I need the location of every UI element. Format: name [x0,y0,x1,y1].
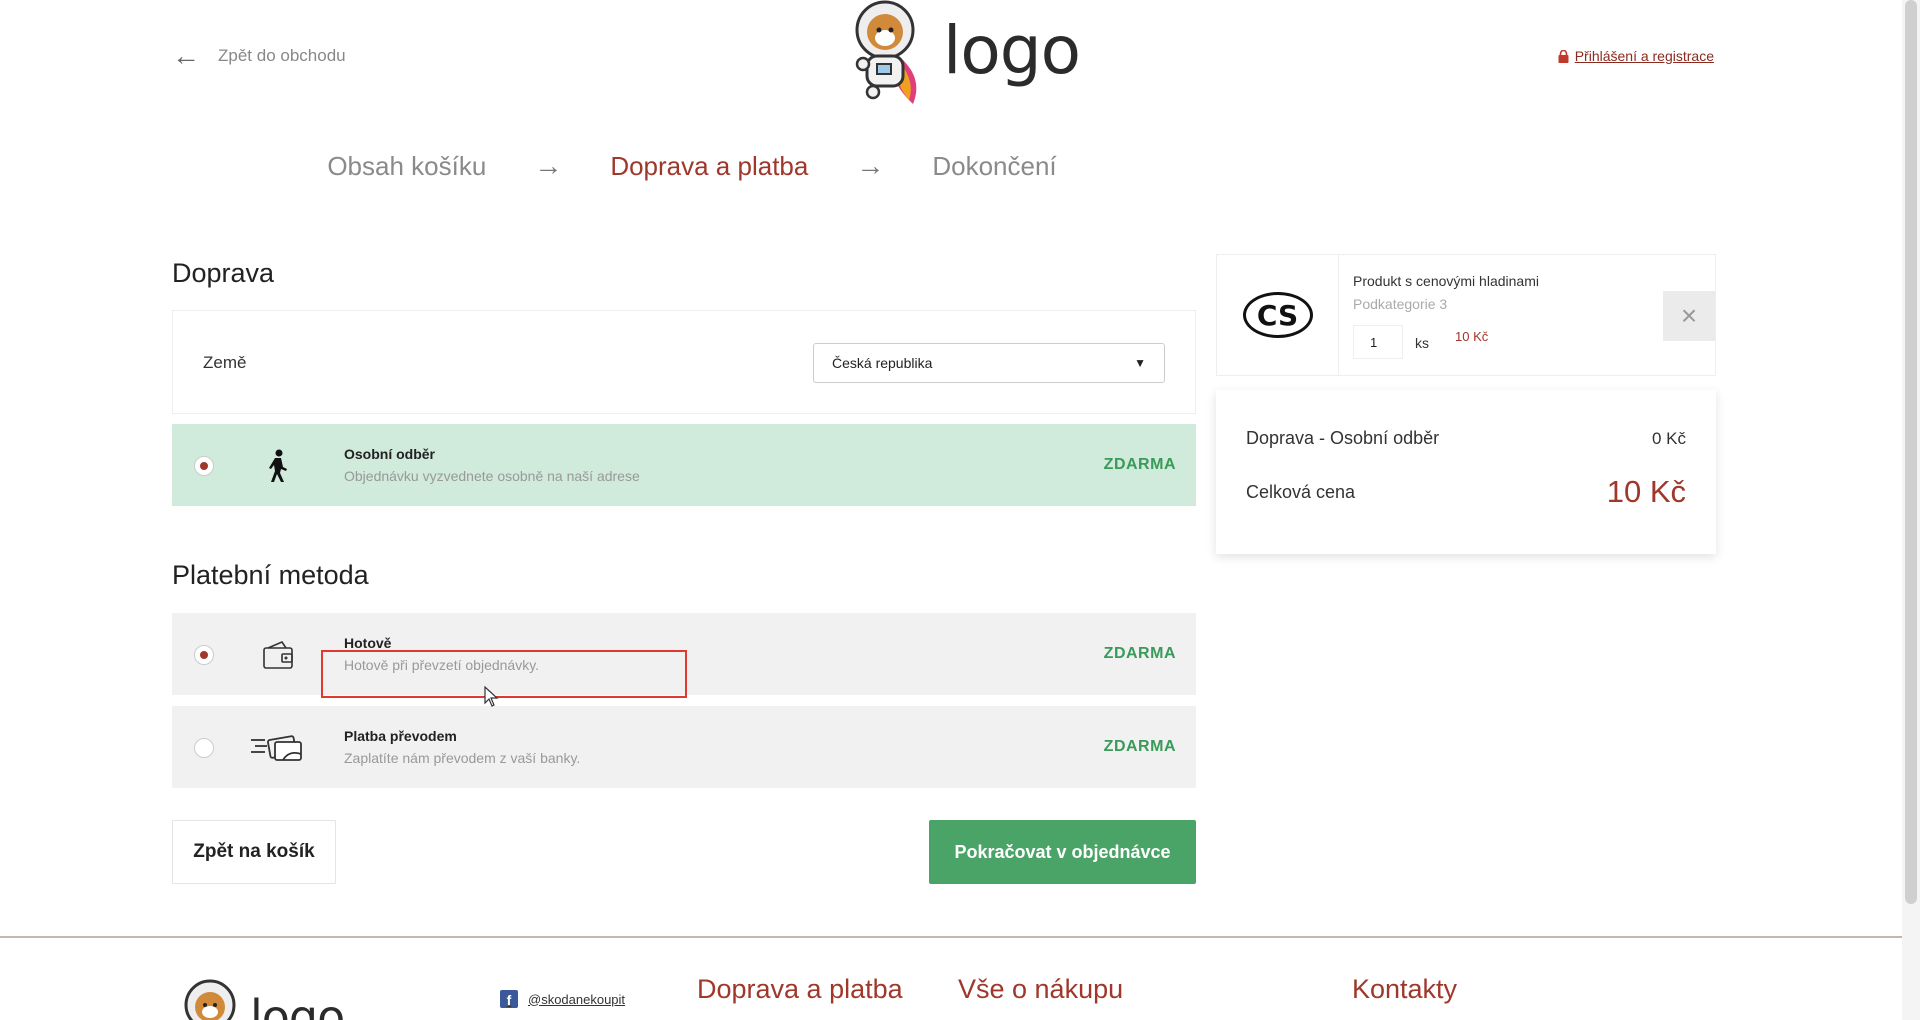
footer-heading-shipping[interactable]: Doprava a platba [697,974,903,1005]
footer-heading-contacts[interactable]: Kontakty [1352,974,1457,1005]
country-label: Země [203,353,247,372]
footer-divider [0,936,1902,938]
arrow-right-icon: → [856,150,885,181]
footer-logo-text: logo [250,990,345,1020]
logo-text: logo [943,11,1081,89]
summary-total-label: Celková cena [1246,481,1356,502]
cs-badge-image: CS [1242,292,1313,338]
payment-option-transfer[interactable]: Platba převodem Zaplatíte nám převodem z… [172,706,1196,788]
step-shipping-payment[interactable]: Doprava a platba [610,151,808,182]
payment-title: Platební metoda [172,560,369,590]
payment-option-price: ZDARMA [1103,738,1176,755]
scrollbar-thumb[interactable] [1905,0,1917,904]
checkout-steps: Obsah košíku → Doprava a platba → Dokonč… [0,150,1652,182]
remove-item-button[interactable]: × [1663,291,1715,341]
facebook-link[interactable]: f @skodanekoupit [500,990,625,1008]
summary-shipping-label: Doprava - Osobní odběr [1246,428,1440,448]
summary-total-row: Celková cena 10 Kč [1246,474,1686,510]
country-select[interactable]: Česká republika ▼ [813,343,1165,383]
back-to-shop-link[interactable]: ← Zpět do obchodu [172,42,346,70]
site-logo[interactable]: logo [843,0,1081,106]
shipping-option-price: ZDARMA [1103,456,1176,473]
footer-logo[interactable]: logo [180,970,345,1020]
wallet-icon [258,635,298,675]
highlight-annotation-box [321,650,687,698]
money-transfer-icon [248,728,308,768]
cart-item: CS Produkt s cenovými hladinami Podkateg… [1216,254,1716,376]
shipping-option-desc: Objednávku vyzvednete osobně na naší adr… [344,468,640,484]
astronaut-dog-logo-icon [184,979,236,1020]
back-to-cart-button[interactable]: Zpět na košík [172,820,336,884]
mouse-cursor-icon [484,686,499,707]
arrow-right-icon: → [534,150,563,181]
summary-total-value: 10 Kč [1606,474,1686,509]
payment-radio-transfer[interactable] [194,738,214,758]
summary-shipping-row: Doprava - Osobní odběr 0 Kč [1246,428,1686,449]
footer-heading-shopping[interactable]: Vše o nákupu [958,974,1123,1005]
quantity-unit: ks [1415,335,1429,351]
facebook-icon: f [500,990,518,1008]
step-cart[interactable]: Obsah košíku [327,151,486,182]
product-thumbnail[interactable]: CS [1217,255,1339,375]
login-register-link[interactable]: Přihlášení a registrace [1558,48,1714,64]
walking-person-icon [258,446,298,486]
order-summary: Doprava - Osobní odběr 0 Kč Celková cena… [1216,390,1716,554]
continue-order-button[interactable]: Pokračovat v objednávce [929,820,1196,884]
shipping-option-title: Osobní odběr [344,446,435,462]
shipping-option-pickup[interactable]: Osobní odběr Objednávku vyzvednete osobn… [172,424,1196,506]
astronaut-dog-logo-icon [855,0,917,104]
quantity-input[interactable]: 1 [1353,325,1403,359]
chevron-down-icon: ▼ [1134,356,1146,370]
shipping-radio[interactable] [194,456,214,476]
payment-option-title: Platba převodem [344,728,457,744]
product-price: 10 Kč [1455,329,1489,344]
lock-icon [1558,49,1569,63]
shipping-title: Doprava [172,258,275,288]
close-icon: × [1680,300,1698,331]
summary-shipping-value: 0 Kč [1651,428,1686,448]
payment-option-price: ZDARMA [1103,645,1176,662]
page-scrollbar[interactable] [1902,0,1920,1020]
product-name[interactable]: Produkt s cenovými hladinami [1353,273,1539,289]
payment-option-desc: Zaplatíte nám převodem z vaší banky. [344,750,581,766]
product-category: Podkategorie 3 [1353,296,1448,312]
payment-radio-cash[interactable] [194,645,214,665]
arrow-left-icon: ← [172,40,200,71]
payment-option-title: Hotově [344,635,392,651]
login-register-label: Přihlášení a registrace [1574,48,1714,64]
facebook-handle: @skodanekoupit [528,991,626,1007]
step-finish: Dokončení [932,150,1057,181]
country-box: Země Česká republika ▼ [172,310,1196,414]
country-value: Česká republika [832,355,933,371]
back-to-shop-label: Zpět do obchodu [218,46,346,65]
